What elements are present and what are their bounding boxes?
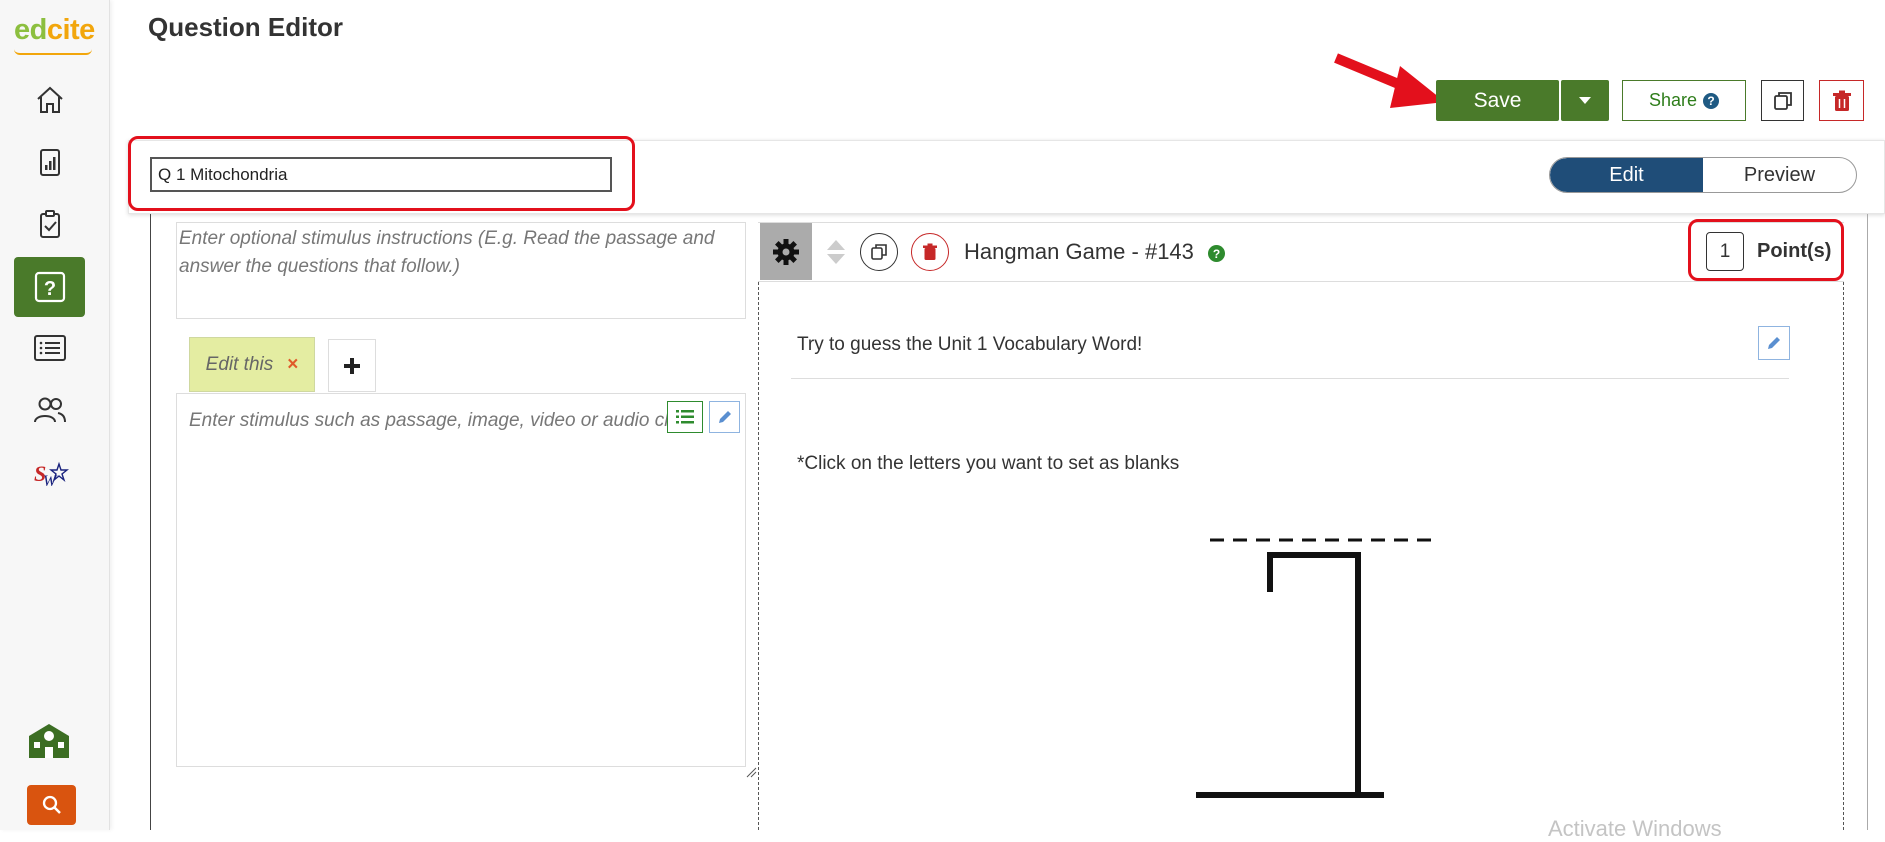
gear-icon xyxy=(773,238,799,265)
stimulus-content-field[interactable]: Enter stimulus such as passage, image, v… xyxy=(176,393,746,767)
sidebar: edcite ? SW xyxy=(0,0,110,830)
close-tab-icon[interactable]: × xyxy=(287,354,298,376)
activate-windows-watermark: Activate Windows xyxy=(1548,816,1722,841)
page-title: Question Editor xyxy=(148,12,343,42)
questions-icon[interactable]: ? xyxy=(14,257,85,317)
preview-mode-button[interactable]: Preview xyxy=(1703,158,1856,192)
pencil-icon xyxy=(1768,337,1780,349)
question-name-input[interactable] xyxy=(150,157,612,192)
stimulus-tab[interactable]: Edit this × xyxy=(189,337,315,392)
edcite-logo[interactable]: edcite xyxy=(14,14,95,47)
stimulus-tab-label: Edit this xyxy=(205,353,274,375)
home-icon[interactable] xyxy=(14,72,86,128)
red-arrow-annotation xyxy=(1334,53,1445,108)
pencil-icon xyxy=(718,411,731,423)
question-settings-button[interactable] xyxy=(760,223,812,280)
list-icon xyxy=(676,410,694,424)
stimulus-list-button[interactable] xyxy=(667,401,703,433)
share-label: Share xyxy=(1648,90,1698,110)
trash-icon xyxy=(1832,90,1851,111)
save-options-dropdown[interactable] xyxy=(1561,80,1609,121)
trash-icon xyxy=(923,243,937,260)
state-standards-icon[interactable]: SW xyxy=(14,446,86,502)
delete-button[interactable] xyxy=(1819,80,1864,121)
stimulus-edit-button[interactable] xyxy=(709,401,740,433)
duplicate-question-button[interactable] xyxy=(860,233,898,271)
help-icon: ? xyxy=(1703,92,1720,109)
search-button[interactable] xyxy=(27,785,76,825)
assignments-icon[interactable] xyxy=(14,196,86,252)
search-icon xyxy=(42,795,61,814)
duplicate-button[interactable] xyxy=(1761,80,1804,121)
plus-icon xyxy=(344,357,360,374)
edit-mode-button[interactable]: Edit xyxy=(1550,158,1703,192)
edit-prompt-button[interactable] xyxy=(1758,326,1790,360)
copy-icon xyxy=(1773,91,1792,110)
list-icon[interactable] xyxy=(14,320,86,376)
stimulus-instructions-field[interactable]: Enter optional stimulus instructions (E.… xyxy=(176,222,746,319)
divider xyxy=(791,378,1789,379)
question-prompt: Try to guess the Unit 1 Vocabulary Word! xyxy=(797,334,1143,355)
logo-swoosh xyxy=(14,49,92,55)
caret-down-icon xyxy=(1579,96,1591,104)
users-icon[interactable] xyxy=(14,382,86,438)
copy-icon xyxy=(871,244,887,260)
delete-question-button[interactable] xyxy=(911,233,949,271)
blanks-instruction: *Click on the letters you want to set as… xyxy=(797,453,1180,474)
reports-icon[interactable] xyxy=(14,134,86,190)
hangman-gallows-drawing xyxy=(1196,538,1435,798)
reorder-icon[interactable] xyxy=(826,238,846,266)
share-button[interactable]: Share ? xyxy=(1622,80,1746,121)
school-icon[interactable] xyxy=(25,720,73,765)
points-input[interactable]: 1 xyxy=(1706,232,1744,271)
edit-preview-toggle[interactable]: Edit Preview xyxy=(1549,157,1857,193)
save-button[interactable]: Save xyxy=(1436,80,1559,121)
points-label: Point(s) xyxy=(1757,240,1832,262)
resize-handle-icon[interactable] xyxy=(745,766,757,778)
svg-text:?: ? xyxy=(43,278,55,300)
add-tab-button[interactable] xyxy=(328,339,376,392)
question-title: Hangman Game - #143 xyxy=(964,239,1194,264)
help-icon[interactable]: ? xyxy=(1208,245,1225,262)
